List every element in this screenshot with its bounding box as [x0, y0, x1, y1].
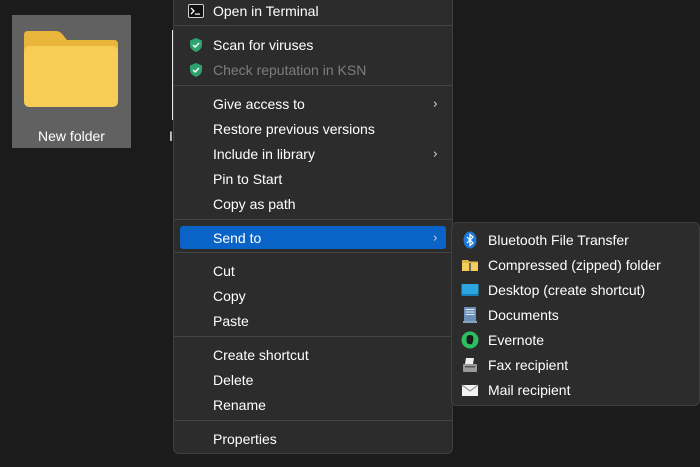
- menu-item-label: Properties: [213, 431, 277, 447]
- menu-item-give-access-to[interactable]: Give access to ›: [180, 92, 446, 115]
- menu-item-label: Copy: [213, 288, 246, 304]
- submenu-item-label: Fax recipient: [488, 357, 569, 373]
- menu-item-label: Give access to: [213, 96, 305, 112]
- menu-item-cut[interactable]: Cut: [180, 259, 446, 282]
- desktop-icon: [461, 284, 479, 296]
- submenu-item-compressed-zipped-folder[interactable]: Compressed (zipped) folder: [458, 253, 694, 276]
- evernote-icon: [461, 331, 479, 349]
- submenu-item-mail-recipient[interactable]: Mail recipient: [458, 378, 694, 401]
- menu-item-delete[interactable]: Delete: [180, 368, 446, 391]
- documents-icon: [463, 307, 477, 323]
- submenu-item-label: Documents: [488, 307, 559, 323]
- menu-item-create-shortcut[interactable]: Create shortcut: [180, 343, 446, 366]
- menu-item-restore-previous-versions[interactable]: Restore previous versions: [180, 117, 446, 140]
- menu-item-label: Check reputation in KSN: [213, 62, 367, 78]
- submenu-item-desktop-create-shortcut[interactable]: Desktop (create shortcut): [458, 278, 694, 301]
- menu-item-pin-to-start[interactable]: Pin to Start: [180, 167, 446, 190]
- menu-item-label: Delete: [213, 372, 254, 388]
- menu-item-label: Rename: [213, 397, 266, 413]
- menu-item-check-reputation-in-ksn[interactable]: Check reputation in KSN: [180, 58, 446, 81]
- menu-item-label: Scan for viruses: [213, 37, 314, 53]
- menu-item-scan-for-viruses[interactable]: Scan for viruses: [180, 33, 446, 56]
- menu-item-label: Pin to Start: [213, 171, 283, 187]
- chevron-right-icon: ›: [432, 97, 438, 112]
- menu-item-include-in-library[interactable]: Include in library ›: [180, 142, 446, 165]
- bluetooth-icon: [463, 231, 477, 249]
- kaspersky-shield-icon: [190, 38, 202, 52]
- menu-item-rename[interactable]: Rename: [180, 393, 446, 416]
- menu-item-label: Cut: [213, 263, 235, 279]
- context-menu: Open in Terminal Scan for viruses Check …: [173, 0, 453, 454]
- separator: [174, 25, 452, 26]
- menu-item-label: Include in library: [213, 146, 315, 162]
- separator: [174, 219, 452, 220]
- menu-item-label: Copy as path: [213, 196, 296, 212]
- menu-item-label: Create shortcut: [213, 347, 309, 363]
- terminal-icon: [188, 4, 204, 18]
- menu-item-label: Send to: [213, 230, 262, 246]
- submenu-item-evernote[interactable]: Evernote: [458, 328, 694, 351]
- desktop-folder-new-folder[interactable]: New folder: [12, 15, 131, 148]
- submenu-item-label: Bluetooth File Transfer: [488, 232, 629, 248]
- mail-icon: [461, 384, 479, 396]
- send-to-submenu: Bluetooth File Transfer Compressed (zipp…: [451, 222, 700, 406]
- submenu-item-documents[interactable]: Documents: [458, 303, 694, 326]
- menu-item-copy-as-path[interactable]: Copy as path: [180, 192, 446, 215]
- submenu-item-label: Compressed (zipped) folder: [488, 257, 661, 273]
- menu-item-label: Restore previous versions: [213, 121, 375, 137]
- submenu-item-label: Desktop (create shortcut): [488, 282, 646, 298]
- menu-item-send-to[interactable]: Send to ›: [180, 226, 446, 249]
- separator: [174, 252, 452, 253]
- separator: [174, 336, 452, 337]
- submenu-item-label: Mail recipient: [488, 382, 571, 398]
- folder-icon: [24, 31, 118, 107]
- menu-item-paste[interactable]: Paste: [180, 309, 446, 332]
- folder-label: New folder: [38, 128, 105, 144]
- fax-icon: [463, 358, 477, 372]
- submenu-item-fax-recipient[interactable]: Fax recipient: [458, 353, 694, 376]
- kaspersky-shield-icon: [190, 63, 202, 77]
- chevron-right-icon: ›: [432, 147, 438, 162]
- zip-folder-icon: [462, 260, 478, 271]
- menu-item-label: Paste: [213, 313, 249, 329]
- menu-item-label: Open in Terminal: [213, 3, 319, 19]
- separator: [174, 420, 452, 421]
- menu-item-open-in-terminal[interactable]: Open in Terminal: [180, 0, 446, 22]
- chevron-right-icon: ›: [432, 231, 438, 246]
- separator: [174, 85, 452, 86]
- menu-item-copy[interactable]: Copy: [180, 284, 446, 307]
- submenu-item-label: Evernote: [488, 332, 545, 348]
- menu-item-properties[interactable]: Properties: [180, 427, 446, 450]
- submenu-item-bluetooth-file-transfer[interactable]: Bluetooth File Transfer: [458, 228, 694, 251]
